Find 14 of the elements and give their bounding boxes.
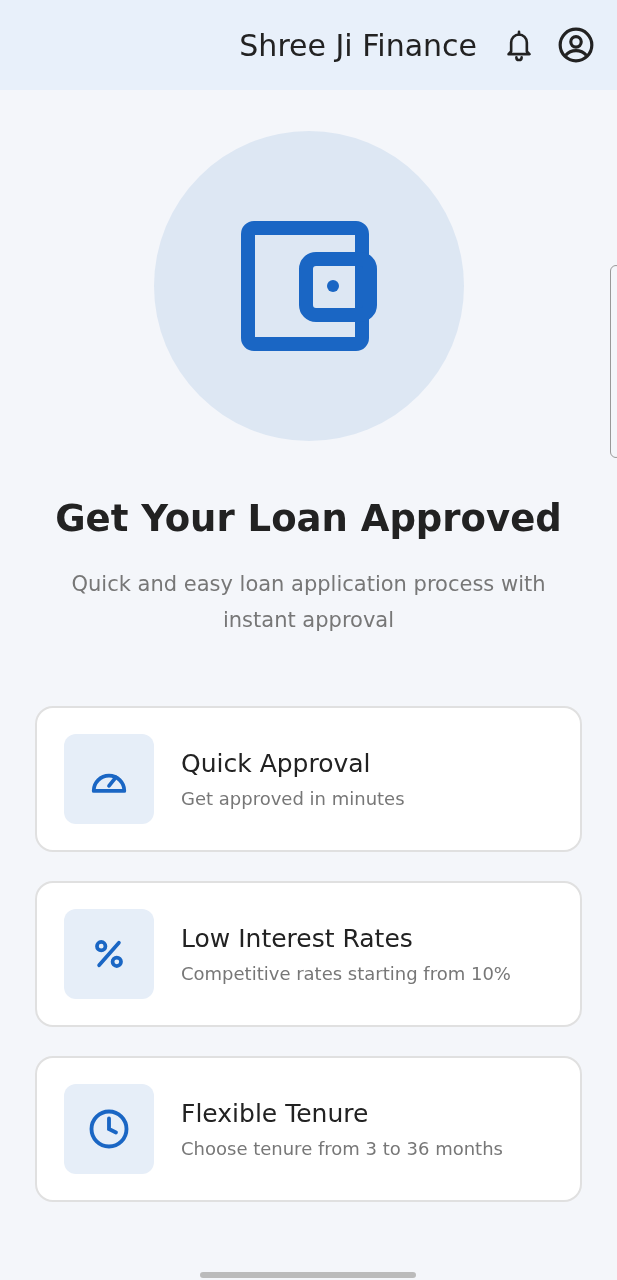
profile-button[interactable]: [557, 26, 595, 64]
app-title: Shree Ji Finance: [239, 27, 477, 63]
feature-description: Choose tenure from 3 to 36 months: [181, 1138, 503, 1159]
account-icon: [557, 26, 595, 64]
clock-icon: [88, 1108, 130, 1150]
wallet-icon: [240, 221, 377, 351]
percent-icon: [92, 937, 126, 971]
feature-description: Get approved in minutes: [181, 788, 405, 809]
hero-subtitle: Quick and easy loan application process with instant approval: [70, 571, 547, 634]
hero-title: Get Your Loan Approved: [55, 497, 562, 540]
feature-title: Quick Approval: [181, 749, 372, 778]
feature-title: Low Interest Rates: [181, 924, 414, 953]
feature-description: Competitive rates starting from 10%: [181, 963, 511, 984]
feature-title: Flexible Tenure: [181, 1099, 370, 1128]
